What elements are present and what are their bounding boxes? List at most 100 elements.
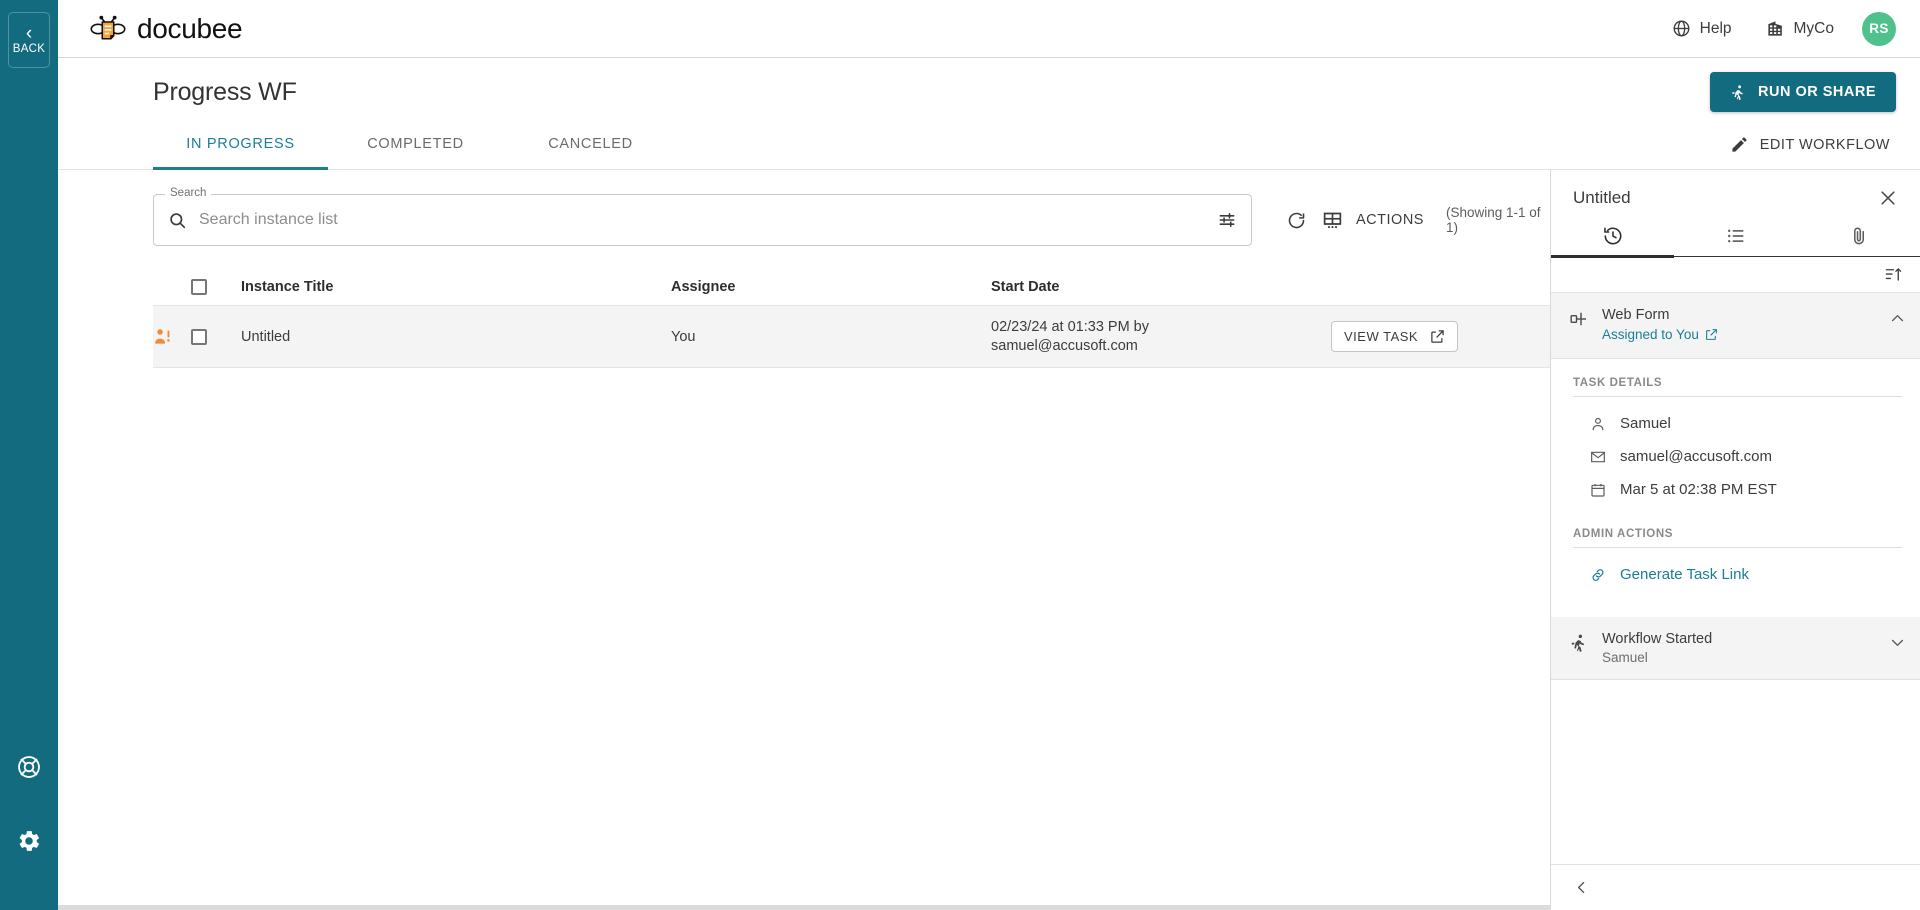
link-chain-icon	[1589, 567, 1606, 583]
tab-canceled[interactable]: CANCELED	[503, 120, 678, 170]
detail-panel-spacer	[1551, 680, 1920, 864]
chevron-down-icon	[1891, 639, 1904, 646]
history-clock-icon	[1603, 227, 1621, 244]
row-assignee: You	[671, 328, 696, 345]
task-detail-email: samuel@accusoft.com	[1589, 440, 1902, 473]
history-entry-subtitle: Samuel	[1602, 650, 1648, 665]
refresh-icon	[1288, 212, 1305, 228]
organization-label: MyCo	[1793, 19, 1834, 37]
task-details-section: TASK DETAILS Samuel samuel@accusoft.com …	[1551, 359, 1920, 510]
help-label: Help	[1699, 19, 1732, 37]
row-actions-cell: VIEW TASK	[1331, 321, 1550, 352]
admin-actions-section: ADMIN ACTIONS Generate Task Link	[1551, 510, 1920, 595]
brand-logo[interactable]: docubee	[90, 12, 243, 45]
detail-sort-row	[1551, 257, 1920, 293]
tabs-spacer	[678, 120, 1724, 169]
generate-task-link-label: Generate Task Link	[1620, 566, 1749, 583]
help-button[interactable]: Help	[1672, 19, 1732, 38]
brand-name: docubee	[137, 12, 243, 44]
step-web-form-body: Web Form Assigned to You	[1602, 307, 1876, 344]
task-detail-date: Mar 5 at 02:38 PM EST	[1589, 473, 1902, 506]
task-detail-date-text: Mar 5 at 02:38 PM EST	[1620, 481, 1777, 498]
tune-sliders-icon	[1219, 213, 1235, 227]
admin-actions-rows: Generate Task Link	[1573, 548, 1902, 591]
settings-button[interactable]	[12, 824, 46, 858]
external-link-icon	[1431, 330, 1444, 343]
tab-in-progress[interactable]: IN PROGRESS	[153, 120, 328, 170]
close-icon	[1881, 191, 1895, 205]
collapse-panel-button[interactable]	[1569, 875, 1594, 900]
external-link-icon	[1705, 329, 1717, 340]
generate-task-link-button[interactable]: Generate Task Link	[1589, 558, 1902, 591]
horizontal-scrollbar[interactable]	[58, 905, 1550, 910]
person-icon	[1589, 416, 1606, 432]
select-all-cell	[191, 278, 241, 295]
history-entry-workflow-started[interactable]: Workflow Started Samuel	[1551, 617, 1920, 680]
detail-tab-history[interactable]	[1551, 216, 1674, 258]
step-web-form-title: Web Form	[1602, 307, 1670, 323]
sort-order-button[interactable]	[1881, 262, 1906, 287]
page-title: Progress WF	[153, 77, 297, 106]
row-select-cell	[191, 328, 241, 345]
organization-button[interactable]: MyCo	[1766, 19, 1834, 38]
life-ring-icon	[18, 756, 40, 778]
actions-label[interactable]: ACTIONS	[1356, 212, 1424, 228]
calendar-icon	[1589, 482, 1606, 498]
task-detail-email-text: samuel@accusoft.com	[1620, 448, 1772, 465]
step-web-form-collapse-button[interactable]	[1889, 310, 1906, 327]
top-header-bar: docubee Help MyCo RS	[58, 0, 1920, 58]
detail-panel-header: Untitled	[1551, 170, 1920, 210]
list-icon	[1727, 229, 1743, 242]
list-actions: ACTIONS (Showing 1-1 of 1)	[1252, 201, 1550, 239]
table-header-row: Instance Title Assignee Start Date	[153, 262, 1550, 306]
tab-canceled-label: CANCELED	[548, 135, 633, 152]
actions-menu-button[interactable]	[1314, 201, 1350, 239]
row-status-cell	[153, 327, 191, 347]
step-web-form[interactable]: Web Form Assigned to You	[1551, 293, 1920, 359]
showing-count: (Showing 1-1 of 1)	[1445, 205, 1541, 235]
back-button[interactable]: ‹ BACK	[8, 12, 50, 68]
history-entry-title: Workflow Started	[1602, 631, 1713, 647]
row-checkbox[interactable]	[191, 328, 207, 345]
search-legend: Search	[165, 187, 212, 199]
header-assignee[interactable]: Assignee	[671, 279, 991, 295]
detail-tab-list[interactable]	[1674, 216, 1797, 258]
instance-list-pane: Search Search instance list ACTIONS (Sho…	[58, 170, 1550, 910]
assigned-to-you-link[interactable]: Assigned to You	[1602, 327, 1718, 342]
sort-ascending-icon	[1885, 268, 1902, 281]
chevron-up-icon	[1891, 315, 1904, 322]
select-all-checkbox[interactable]	[191, 278, 207, 295]
running-person-icon	[1732, 84, 1743, 100]
support-button[interactable]	[12, 750, 46, 784]
row-instance-title: Untitled	[241, 328, 291, 345]
search-toolbar-row: Search Search instance list ACTIONS (Sho…	[58, 170, 1550, 262]
header-start-date[interactable]: Start Date	[991, 279, 1331, 295]
detail-tab-attachments[interactable]	[1797, 216, 1920, 258]
avatar[interactable]: RS	[1862, 11, 1896, 46]
header-instance-title[interactable]: Instance Title	[241, 279, 671, 295]
run-or-share-button[interactable]: RUN OR SHARE	[1710, 72, 1896, 112]
refresh-button[interactable]	[1278, 201, 1314, 239]
filter-options-button[interactable]	[1217, 210, 1237, 230]
tab-completed[interactable]: COMPLETED	[328, 120, 503, 170]
view-task-button[interactable]: VIEW TASK	[1331, 321, 1459, 352]
assigned-to-you-label: Assigned to You	[1602, 327, 1699, 342]
detail-panel-title: Untitled	[1573, 188, 1631, 207]
search-field: Search	[153, 187, 1253, 246]
close-panel-button[interactable]	[1876, 186, 1900, 210]
back-button-label: BACK	[12, 42, 46, 55]
search-input[interactable]	[199, 211, 1218, 229]
app-root: ‹ BACK docubee Help MyCo RS Progress WF …	[0, 0, 1920, 910]
run-or-share-label: RUN OR SHARE	[1758, 84, 1876, 100]
web-form-node-icon	[1569, 309, 1589, 329]
table-columns-icon	[1323, 212, 1341, 228]
chevron-left-icon	[1578, 881, 1585, 894]
docubee-bee-logo	[90, 15, 126, 39]
row-start-date-line2: samuel@accusoft.com	[991, 337, 1138, 354]
building-icon	[1767, 21, 1782, 36]
table-row[interactable]: Untitled You 02/23/24 at 01:33 PM by sam…	[153, 306, 1550, 368]
tab-completed-label: COMPLETED	[367, 135, 464, 152]
edit-workflow-button[interactable]: EDIT WORKFLOW	[1724, 120, 1896, 169]
history-entry-expand-button[interactable]	[1889, 634, 1906, 651]
